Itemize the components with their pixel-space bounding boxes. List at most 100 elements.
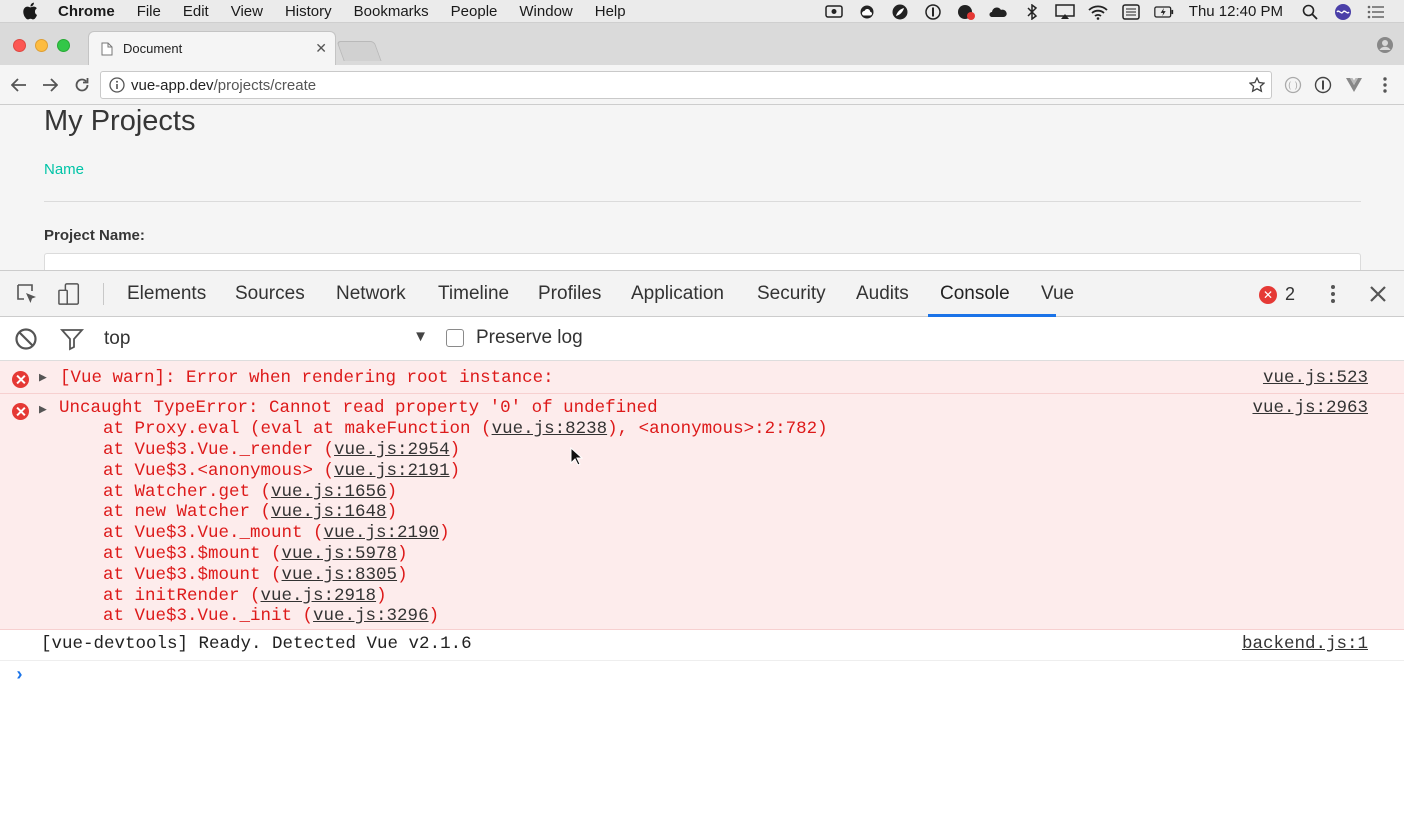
tab-profiles[interactable]: Profiles [538,271,601,317]
stack-frame-link[interactable]: vue.js:2190 [324,523,440,543]
creative-cloud-icon[interactable] [956,4,976,20]
browser-tab-document[interactable]: Document ✕ [88,31,336,65]
console-prompt-row[interactable]: › [0,661,1404,695]
extension-password-icon[interactable] [1314,76,1332,94]
notification-center-icon[interactable] [1366,4,1386,20]
clear-console-icon[interactable] [14,327,38,351]
message-source-link[interactable]: vue.js:523 [1263,368,1368,388]
console-messages: ▶ [Vue warn]: Error when rendering root … [0,361,1404,695]
stack-frame-link[interactable]: vue.js:2918 [261,586,377,606]
mouse-pointer-icon [570,446,584,467]
menu-people[interactable]: People [451,3,498,20]
browser-toolbar: vue-app.dev/projects/create ( ) [0,65,1404,105]
new-tab-button[interactable] [336,41,382,61]
project-name-input[interactable] [44,253,1361,271]
stack-frame-link[interactable]: vue.js:1656 [271,482,387,502]
error-icon [12,371,29,388]
window-minimize-button[interactable] [35,39,48,52]
battery-charging-icon[interactable] [1153,4,1174,20]
stack-frame-link[interactable]: vue.js:5978 [282,544,398,564]
menu-bar-clock[interactable]: Thu 12:40 PM [1189,3,1283,20]
web-page-viewport: My Projects Name Project Name: [0,105,1404,271]
cloud-app-icon[interactable] [989,4,1009,20]
url-text: vue-app.dev/projects/create [131,77,316,94]
stack-frame-text: ) [397,565,408,585]
devtools-menu-icon[interactable] [1321,282,1345,306]
error-counter[interactable]: ✕ 2 [1259,284,1295,305]
tab-name[interactable]: Name [44,161,84,178]
stack-frame-link[interactable]: vue.js:2954 [334,440,450,460]
wifi-icon[interactable] [1088,4,1108,20]
menu-chrome[interactable]: Chrome [58,3,115,20]
password-manager-icon[interactable] [923,3,943,20]
tab-elements[interactable]: Elements [127,271,206,317]
bookmark-star-icon[interactable] [1248,76,1266,93]
expand-triangle-icon[interactable]: ▶ [39,402,47,417]
tab-timeline[interactable]: Timeline [438,271,509,317]
tab-application[interactable]: Application [631,271,724,317]
extension-circle-icon[interactable]: ( ) [1284,76,1302,94]
stack-frame: at Watcher.get (vue.js:1656) [103,482,397,502]
inspect-element-icon[interactable] [15,282,39,306]
menu-help[interactable]: Help [595,3,626,20]
menu-edit[interactable]: Edit [183,3,209,20]
tab-vue[interactable]: Vue [1041,271,1074,317]
menu-file[interactable]: File [137,3,161,20]
message-source-link[interactable]: backend.js:1 [1242,634,1368,654]
stack-frame-link[interactable]: vue.js:1648 [271,502,387,522]
stack-frame-text: ) [439,523,450,543]
window-close-button[interactable] [13,39,26,52]
menu-view[interactable]: View [231,3,263,20]
vue-devtools-extension-icon[interactable] [1345,76,1363,94]
stack-frame-text: at Vue$3.$mount ( [103,544,282,564]
devtools-close-icon[interactable] [1366,282,1390,306]
profile-icon[interactable] [1376,36,1394,54]
stack-frame: at initRender (vue.js:2918) [103,586,387,606]
back-arrow-icon[interactable] [9,75,29,95]
message-source-link[interactable]: vue.js:2963 [1252,398,1368,418]
tab-sources[interactable]: Sources [235,271,305,317]
menu-history[interactable]: History [285,3,332,20]
error-icon [12,403,29,420]
reload-icon[interactable] [72,75,92,95]
execution-context-select[interactable]: top ▼ [104,328,428,350]
input-source-icon[interactable] [1121,3,1141,20]
camera-icon[interactable] [824,4,844,20]
apple-logo-icon[interactable] [22,2,40,20]
cloud-icon[interactable] [857,4,877,20]
stack-frame-link[interactable]: vue.js:3296 [313,606,429,626]
stack-frame: at Vue$3.Vue._render (vue.js:2954) [103,440,460,460]
spotlight-search-icon[interactable] [1300,4,1320,20]
window-zoom-button[interactable] [57,39,70,52]
tab-divider [44,201,1361,202]
url-host: vue-app.dev [131,76,214,94]
console-log-message: [vue-devtools] Ready. Detected Vue v2.1.… [0,630,1404,661]
filter-icon[interactable] [60,327,84,351]
menu-bookmarks[interactable]: Bookmarks [354,3,429,20]
tab-close-icon[interactable]: ✕ [315,40,327,57]
stack-frame-text: ) [397,544,408,564]
preserve-log-checkbox[interactable] [446,329,464,347]
menu-bar-tray: Thu 12:40 PM [824,0,1386,23]
siri-icon[interactable] [1333,3,1353,20]
tab-network[interactable]: Network [336,271,406,317]
stack-frame-link[interactable]: vue.js:2191 [334,461,450,481]
address-bar[interactable]: vue-app.dev/projects/create [100,71,1272,99]
airplay-icon[interactable] [1055,3,1075,20]
console-error-message: ▶ Uncaught TypeError: Cannot read proper… [0,394,1404,630]
device-toolbar-icon[interactable] [58,282,82,306]
stack-frame: at Vue$3.<anonymous> (vue.js:2191) [103,461,460,481]
tab-security[interactable]: Security [757,271,826,317]
forward-arrow-icon[interactable] [40,75,60,95]
site-info-icon[interactable] [109,77,125,93]
expand-triangle-icon[interactable]: ▶ [39,370,47,385]
leaf-icon[interactable] [890,4,910,20]
tab-console[interactable]: Console [928,271,1056,317]
bluetooth-icon[interactable] [1022,3,1042,20]
chrome-menu-icon[interactable] [1376,76,1394,94]
stack-frame-link[interactable]: vue.js:8305 [282,565,398,585]
tab-audits[interactable]: Audits [856,271,909,317]
error-badge-icon: ✕ [1259,285,1277,304]
menu-window[interactable]: Window [519,3,572,20]
stack-frame-link[interactable]: vue.js:8238 [492,419,608,439]
